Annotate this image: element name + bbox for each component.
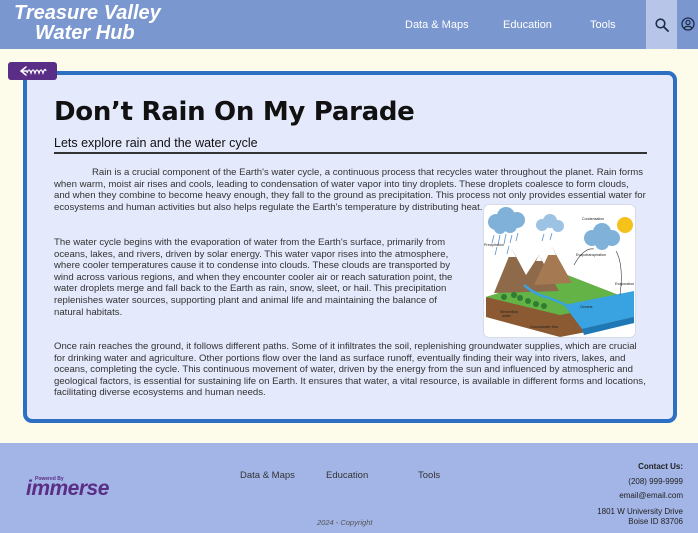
label-oceans: Oceans <box>580 305 593 309</box>
nav-data-maps[interactable]: Data & Maps <box>405 19 469 31</box>
immerse-logo[interactable]: immerse <box>26 477 109 501</box>
label-condensation: Condensation <box>582 217 604 221</box>
article-card: Don’t Rain On My Parade Lets explore rai… <box>23 71 677 423</box>
label-evaporation: Evaporation <box>615 282 634 286</box>
user-account-button[interactable] <box>678 14 698 34</box>
label-groundwater: Groundwater flow <box>530 325 559 329</box>
back-arrow-wave-icon <box>19 66 47 76</box>
logo-line-1: Treasure Valley <box>14 2 161 24</box>
contact-block: Contact Us: (208) 999-9999 email@email.c… <box>597 460 683 527</box>
back-button[interactable] <box>8 62 57 80</box>
article-title: Don’t Rain On My Parade <box>54 97 415 127</box>
search-icon <box>654 17 669 32</box>
water-cycle-illustration: Condensation Precipitation Evapotranspir… <box>484 207 634 337</box>
logo-line-2: Water Hub <box>35 22 135 44</box>
paragraph-3: Once rain reaches the ground, it follows… <box>54 341 646 399</box>
contact-email[interactable]: email@email.com <box>597 489 683 504</box>
copyright-text: 2024 - Copyright <box>317 518 373 527</box>
nav-education[interactable]: Education <box>503 19 552 31</box>
site-footer: Powered By immerse Data & Maps Education… <box>0 443 698 533</box>
label-precipitation: Precipitation <box>484 243 504 247</box>
footer-nav-education[interactable]: Education <box>326 470 368 481</box>
search-button[interactable] <box>646 0 677 49</box>
label-water: water <box>502 314 512 318</box>
site-header: Treasure Valley Water Hub Data & Maps Ed… <box>0 0 698 49</box>
footer-nav-data-maps[interactable]: Data & Maps <box>240 470 295 481</box>
cloud-icon <box>584 223 620 250</box>
site-logo[interactable]: Treasure Valley Water Hub <box>14 3 161 43</box>
contact-heading: Contact Us: <box>638 462 683 471</box>
rain-cloud-icon <box>488 207 525 234</box>
subtitle-divider <box>54 152 647 154</box>
article-subtitle: Lets explore rain and the water cycle <box>54 136 258 150</box>
user-circle-icon <box>681 17 695 31</box>
contact-phone[interactable]: (208) 999-9999 <box>597 475 683 490</box>
label-evapotranspiration: Evapotranspiration <box>576 253 606 257</box>
sun-icon <box>617 217 633 233</box>
contact-address-line-2: Boise ID 83706 <box>628 516 683 526</box>
footer-nav-tools[interactable]: Tools <box>418 470 440 481</box>
water-cycle-diagram: Condensation Precipitation Evapotranspir… <box>483 204 636 338</box>
contact-address-line-1: 1801 W University Drive <box>597 506 683 516</box>
paragraph-2: The water cycle begins with the evaporat… <box>54 237 453 318</box>
nav-tools[interactable]: Tools <box>590 19 616 31</box>
